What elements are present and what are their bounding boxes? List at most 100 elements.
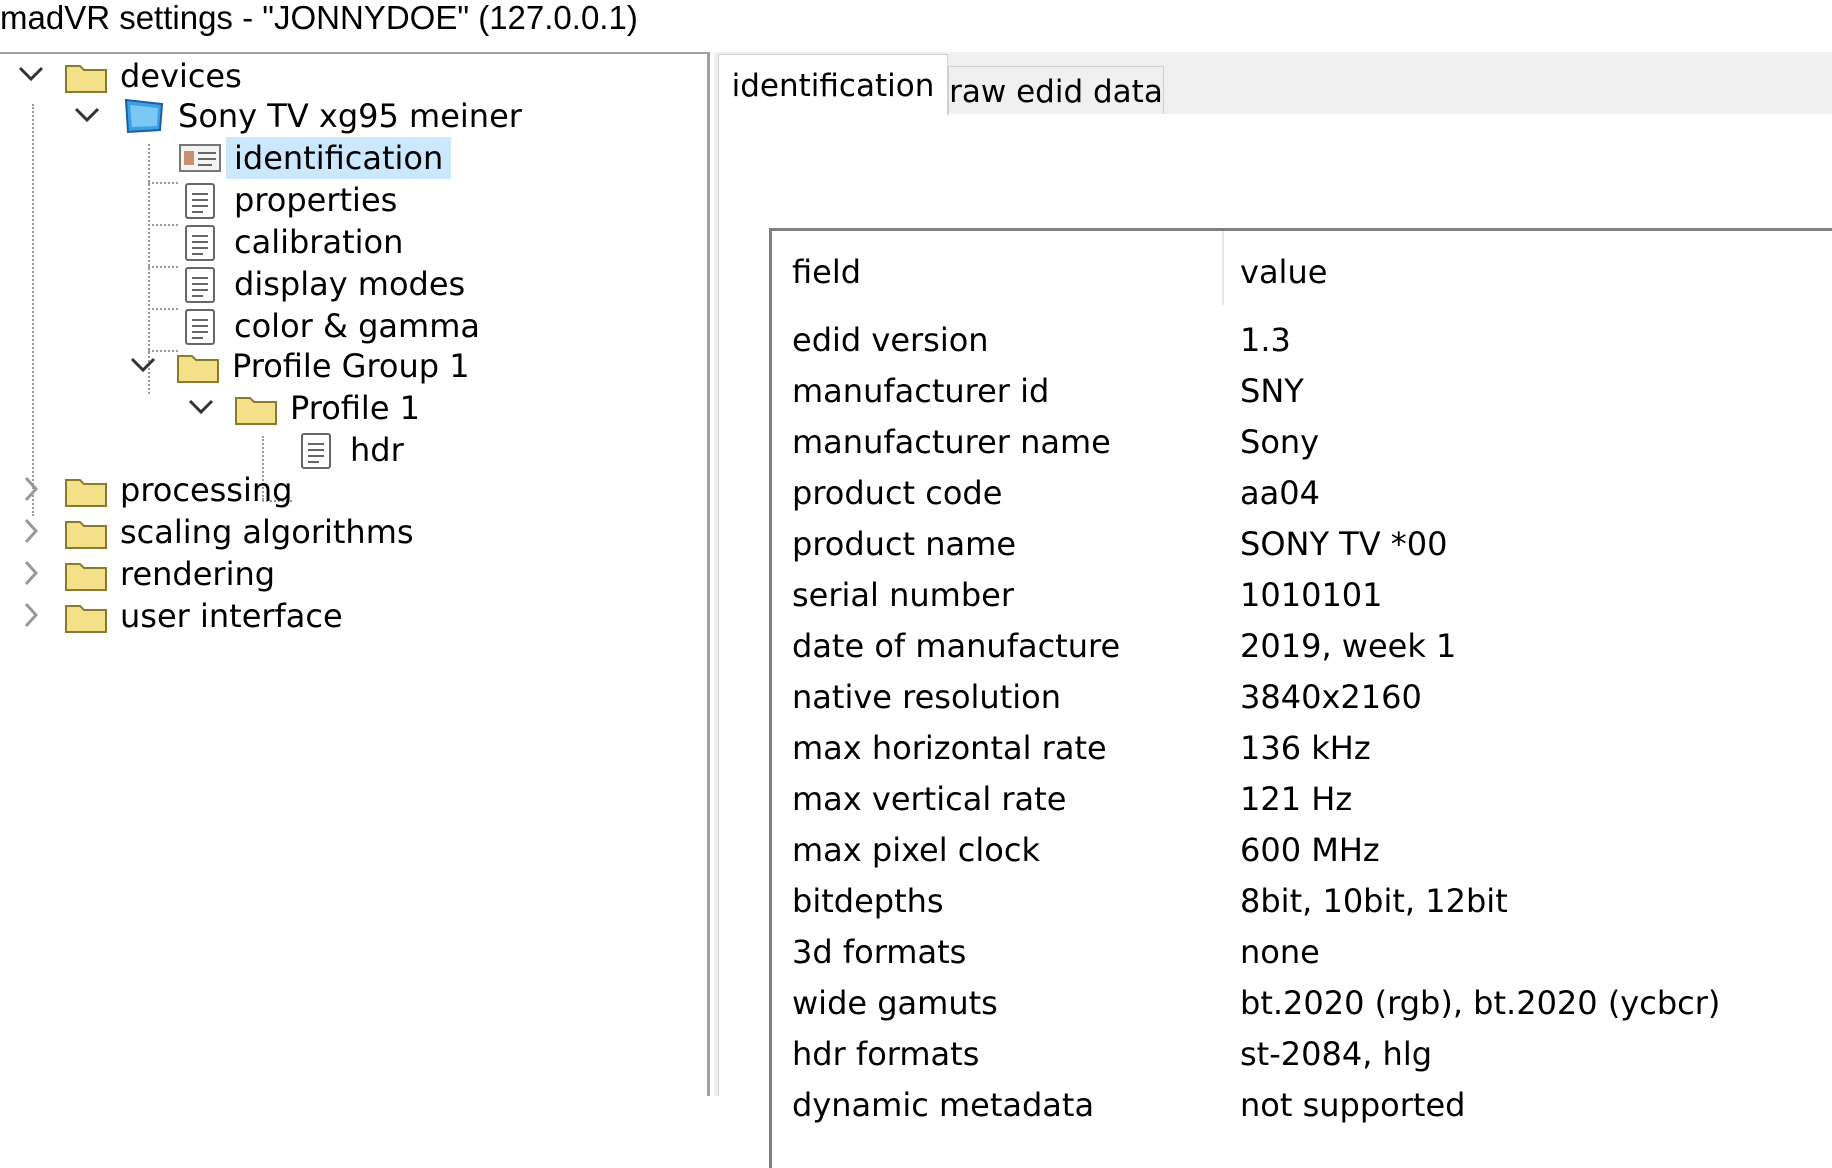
table-row[interactable]: 3d formats none bbox=[772, 927, 1832, 978]
tree-item-user-interface[interactable]: user interface bbox=[64, 594, 351, 638]
cell-value: 600 MHz bbox=[1240, 831, 1380, 869]
expand-user-interface-chevron-right-icon[interactable] bbox=[16, 600, 46, 630]
document-icon bbox=[294, 430, 338, 470]
column-header-field[interactable]: field bbox=[792, 247, 861, 297]
cell-field: bitdepths bbox=[792, 882, 944, 920]
table-row[interactable]: manufacturer id SNY bbox=[772, 366, 1832, 417]
expand-scaling-chevron-right-icon[interactable] bbox=[16, 516, 46, 546]
tree-item-identification[interactable]: identification bbox=[178, 136, 452, 180]
expand-profile-group-chevron-down-icon[interactable] bbox=[128, 350, 158, 380]
tab-identification[interactable]: identification bbox=[718, 54, 948, 116]
settings-tree[interactable]: devices Sony TV xg95 meiner identificati… bbox=[0, 52, 710, 1096]
tree-connector bbox=[148, 266, 178, 268]
tree-connector bbox=[148, 182, 178, 184]
id-card-icon bbox=[178, 138, 222, 178]
expand-devices-chevron-down-icon[interactable] bbox=[16, 59, 46, 89]
cell-field: product name bbox=[792, 525, 1016, 563]
cell-value: bt.2020 (rgb), bt.2020 (ycbcr) bbox=[1240, 984, 1721, 1022]
tree-item-profile-group[interactable]: Profile Group 1 bbox=[176, 344, 478, 388]
table-row[interactable]: serial number 1010101 bbox=[772, 570, 1832, 621]
tree-item-device[interactable]: Sony TV xg95 meiner bbox=[122, 94, 530, 138]
cell-value: SONY TV *00 bbox=[1240, 525, 1448, 563]
cell-value: 121 Hz bbox=[1240, 780, 1353, 818]
tree-item-display-modes[interactable]: display modes bbox=[178, 262, 473, 306]
edid-table[interactable]: field value edid version 1.3 manufacturer … bbox=[769, 228, 1832, 1168]
expand-device-chevron-down-icon[interactable] bbox=[72, 100, 102, 130]
tree-connector bbox=[148, 224, 178, 226]
expand-profile-chevron-down-icon[interactable] bbox=[186, 392, 216, 422]
table-header: field value bbox=[772, 231, 1832, 313]
cell-field: product code bbox=[792, 474, 1003, 512]
cell-value: aa04 bbox=[1240, 474, 1320, 512]
table-row[interactable]: max pixel clock 600 MHz bbox=[772, 825, 1832, 876]
tree-item-properties[interactable]: properties bbox=[178, 178, 405, 222]
folder-icon bbox=[64, 512, 108, 552]
table-row[interactable]: hdr formats st-2084, hlg bbox=[772, 1029, 1832, 1080]
tree-label: identification bbox=[226, 137, 452, 179]
folder-icon bbox=[176, 346, 220, 386]
table-row[interactable]: date of manufacture 2019, week 1 bbox=[772, 621, 1832, 672]
cell-field: edid version bbox=[792, 321, 989, 359]
cell-value: not supported bbox=[1240, 1086, 1466, 1124]
cell-field: max pixel clock bbox=[792, 831, 1040, 869]
monitor-icon bbox=[122, 96, 166, 136]
tree-connector bbox=[32, 104, 34, 516]
cell-value: 136 kHz bbox=[1240, 729, 1371, 767]
table-row[interactable]: bitdepths 8bit, 10bit, 12bit bbox=[772, 876, 1832, 927]
table-row[interactable]: max horizontal rate 136 kHz bbox=[772, 723, 1832, 774]
tree-label: scaling algorithms bbox=[120, 513, 414, 551]
table-row[interactable]: edid version 1.3 bbox=[772, 315, 1832, 366]
tree-item-color-gamma[interactable]: color & gamma bbox=[178, 304, 488, 348]
tree-label: properties bbox=[234, 181, 398, 219]
tree-label: display modes bbox=[234, 265, 466, 303]
tree-item-scaling-algorithms[interactable]: scaling algorithms bbox=[64, 510, 422, 554]
cell-field: hdr formats bbox=[792, 1035, 980, 1073]
tree-label: rendering bbox=[120, 555, 276, 593]
tree-connector bbox=[148, 308, 178, 310]
cell-field: manufacturer id bbox=[792, 372, 1050, 410]
cell-field: wide gamuts bbox=[792, 984, 998, 1022]
tab-raw-edid-data[interactable]: raw edid data bbox=[948, 66, 1164, 116]
tree-item-profile[interactable]: Profile 1 bbox=[234, 386, 428, 430]
tree-item-processing[interactable]: processing bbox=[64, 468, 300, 512]
table-row[interactable]: wide gamuts bt.2020 (rgb), bt.2020 (ycbcr… bbox=[772, 978, 1832, 1029]
expand-processing-chevron-right-icon[interactable] bbox=[16, 474, 46, 504]
window-title: madVR settings - "JONNYDOE" (127.0.0.1) bbox=[0, 0, 1832, 44]
folder-icon bbox=[64, 554, 108, 594]
cell-value: 2019, week 1 bbox=[1240, 627, 1457, 665]
document-icon bbox=[178, 264, 222, 304]
tree-label: calibration bbox=[234, 223, 404, 261]
cell-field: date of manufacture bbox=[792, 627, 1121, 665]
cell-field: 3d formats bbox=[792, 933, 967, 971]
document-icon bbox=[178, 222, 222, 262]
tree-label: color & gamma bbox=[234, 307, 480, 345]
table-row[interactable]: native resolution 3840x2160 bbox=[772, 672, 1832, 723]
tab-page-identification: field value edid version 1.3 manufacturer … bbox=[718, 114, 1832, 1168]
table-row[interactable]: product code aa04 bbox=[772, 468, 1832, 519]
column-divider[interactable] bbox=[1222, 231, 1224, 305]
cell-field: native resolution bbox=[792, 678, 1061, 716]
tree-item-rendering[interactable]: rendering bbox=[64, 552, 283, 596]
tab-bar: identification raw edid data bbox=[714, 52, 1832, 116]
cell-value: Sony bbox=[1240, 423, 1320, 461]
expand-rendering-chevron-right-icon[interactable] bbox=[16, 558, 46, 588]
cell-field: max horizontal rate bbox=[792, 729, 1107, 767]
table-row[interactable]: manufacturer name Sony bbox=[772, 417, 1832, 468]
tree-item-hdr[interactable]: hdr bbox=[294, 428, 412, 472]
cell-value: SNY bbox=[1240, 372, 1304, 410]
tree-item-devices[interactable]: devices bbox=[64, 54, 250, 98]
table-row[interactable]: product name SONY TV *00 bbox=[772, 519, 1832, 570]
cell-field: dynamic metadata bbox=[792, 1086, 1095, 1124]
tree-item-calibration[interactable]: calibration bbox=[178, 220, 411, 264]
column-header-value[interactable]: value bbox=[1240, 247, 1327, 297]
tree-label: devices bbox=[120, 57, 242, 95]
table-row[interactable]: dynamic metadata not supported bbox=[772, 1080, 1832, 1131]
table-row[interactable]: max vertical rate 121 Hz bbox=[772, 774, 1832, 825]
cell-value: 1010101 bbox=[1240, 576, 1383, 614]
folder-icon bbox=[64, 470, 108, 510]
document-icon bbox=[178, 306, 222, 346]
cell-value: 1.3 bbox=[1240, 321, 1291, 359]
tree-label: Profile Group 1 bbox=[232, 347, 470, 385]
tree-label: Profile 1 bbox=[290, 389, 421, 427]
cell-field: manufacturer name bbox=[792, 423, 1111, 461]
